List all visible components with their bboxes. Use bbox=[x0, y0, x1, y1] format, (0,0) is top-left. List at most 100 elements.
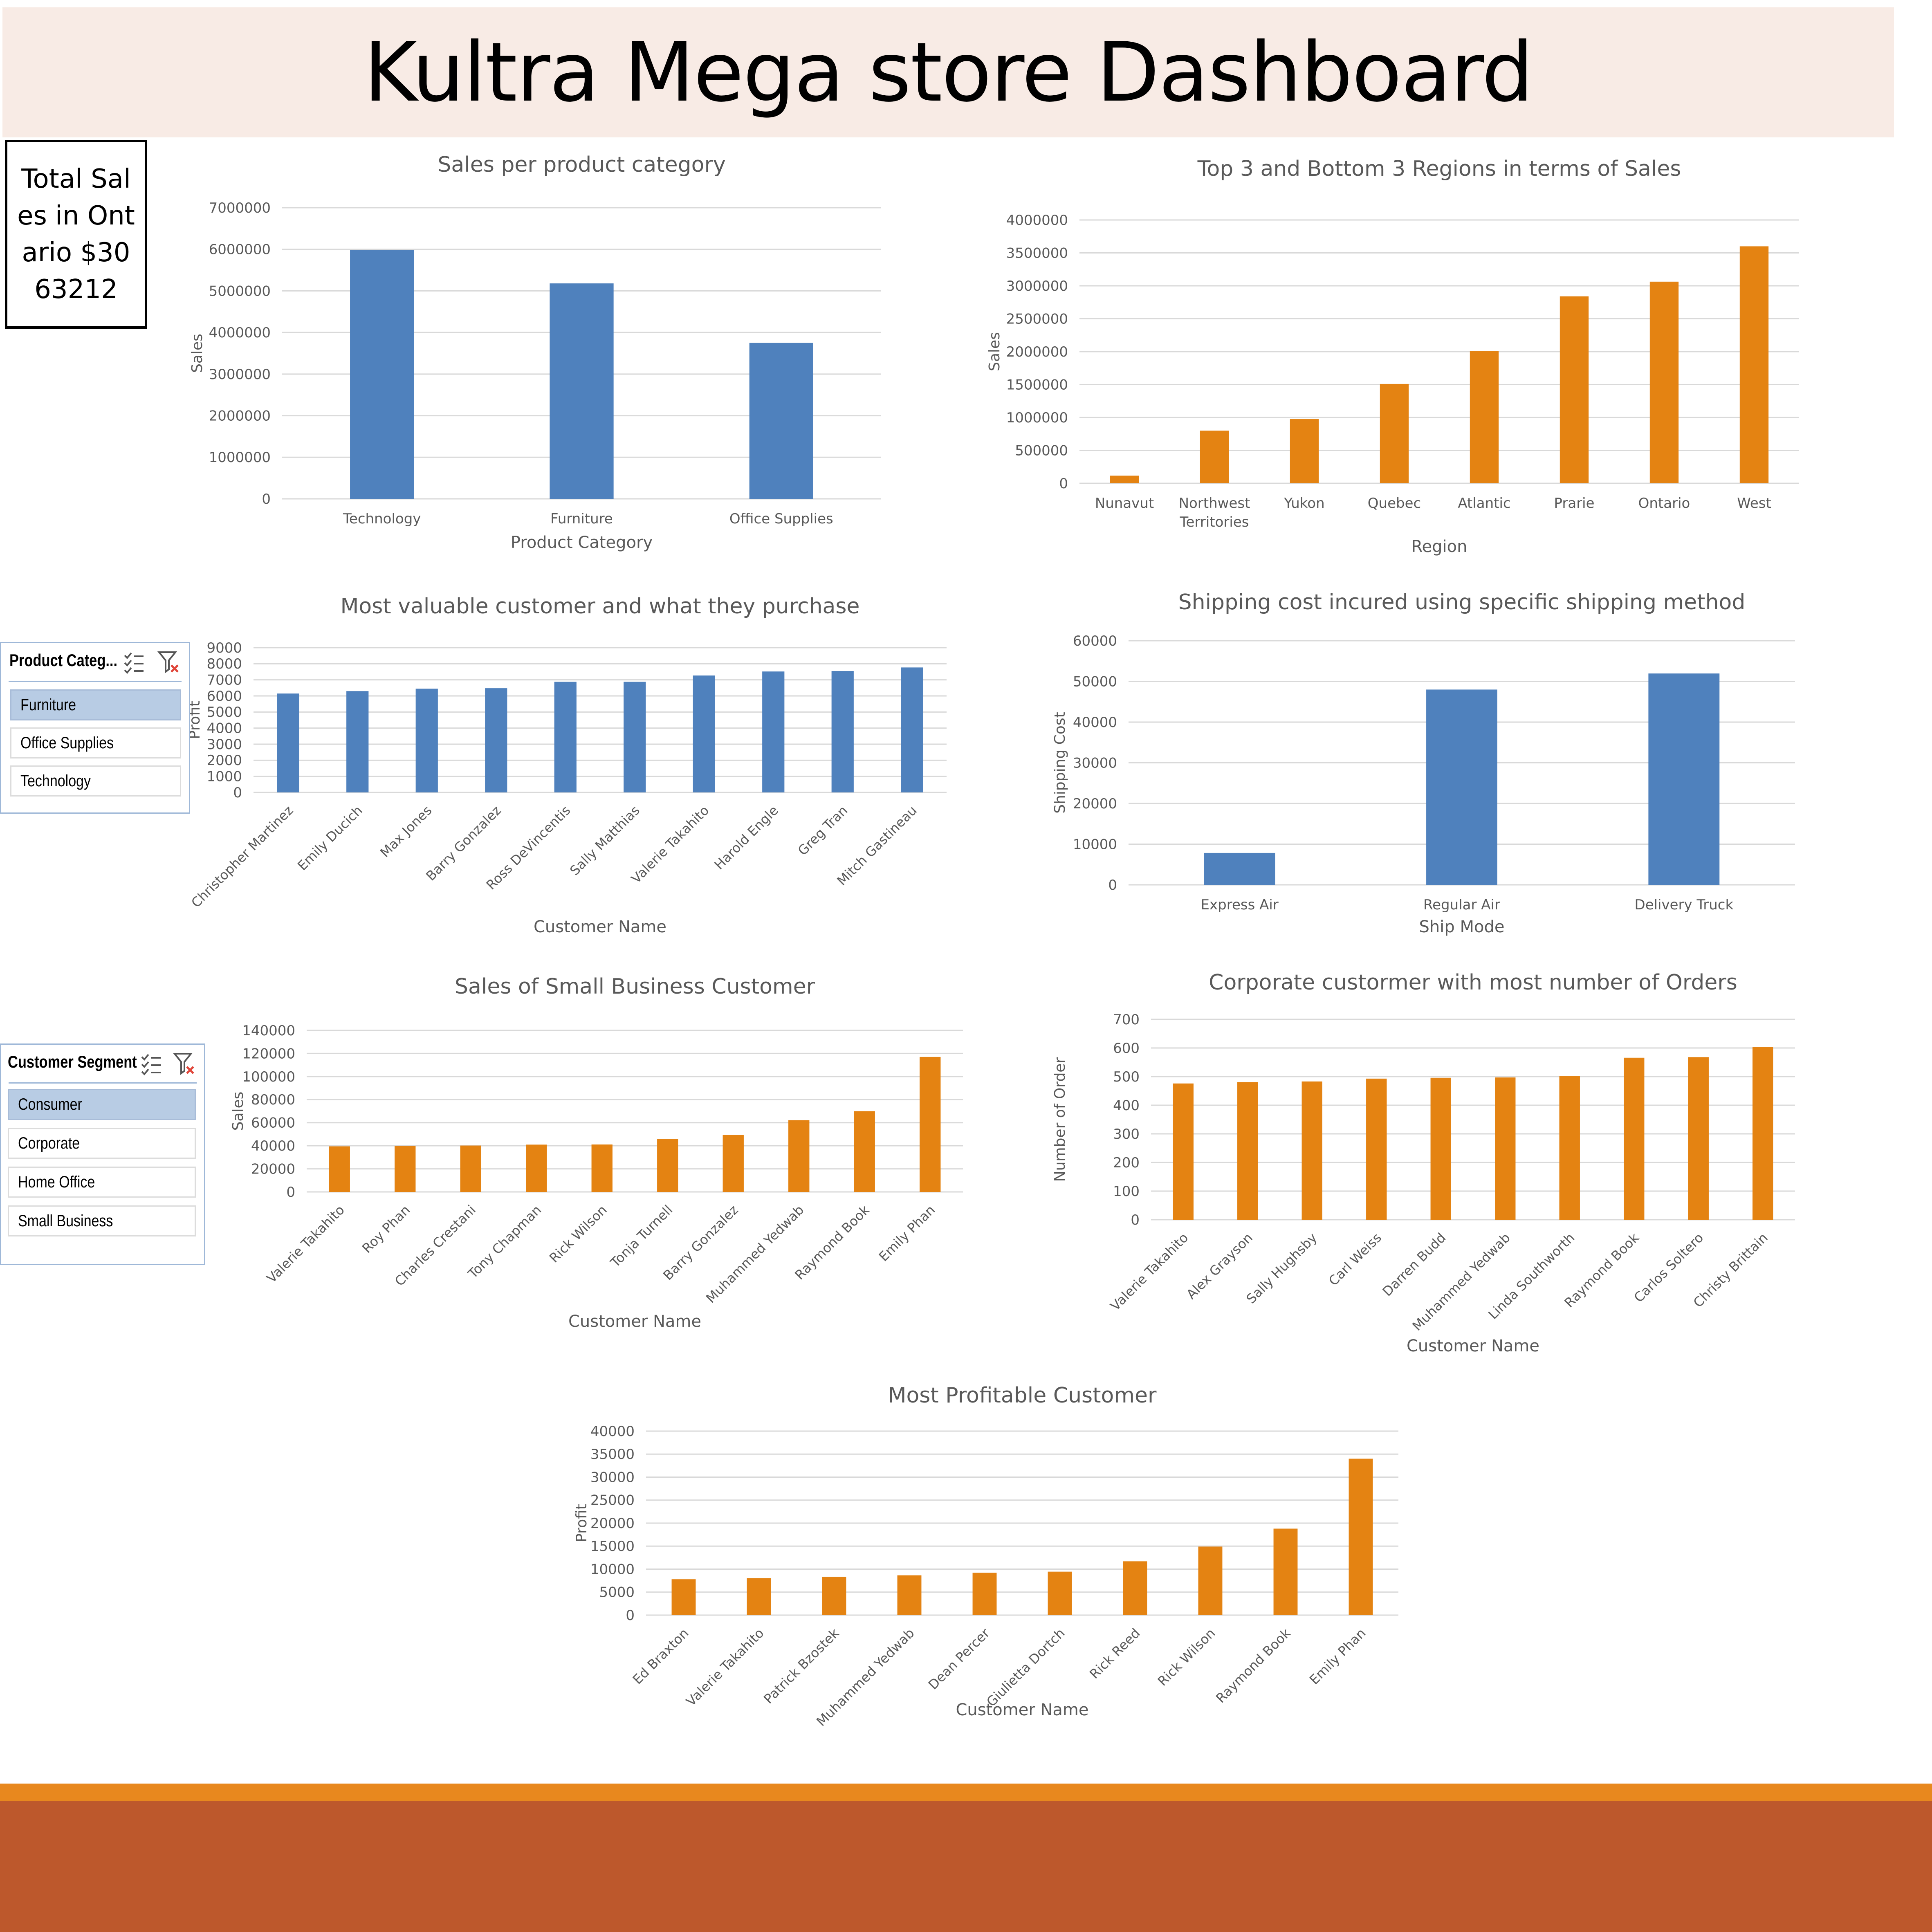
bar bbox=[1273, 1528, 1298, 1615]
slicer-item-office-supplies[interactable]: Office Supplies bbox=[10, 727, 181, 758]
y-tick-label: 35000 bbox=[590, 1446, 635, 1463]
y-axis-title: Sales bbox=[189, 334, 206, 373]
x-tick-label: Ontario bbox=[1638, 495, 1690, 512]
y-tick-label: 0 bbox=[233, 785, 242, 801]
bar bbox=[1624, 1057, 1645, 1220]
x-axis-title: Region bbox=[1411, 537, 1468, 556]
bar bbox=[788, 1120, 810, 1192]
y-tick-label: 0 bbox=[286, 1184, 295, 1200]
slicer-item-technology[interactable]: Technology bbox=[10, 765, 181, 797]
multi-select-icon[interactable] bbox=[140, 1051, 162, 1076]
y-tick-label: 120000 bbox=[242, 1046, 295, 1062]
bar bbox=[1470, 351, 1499, 483]
bar bbox=[1110, 476, 1139, 483]
bar bbox=[350, 250, 414, 499]
y-tick-label: 500 bbox=[1113, 1069, 1140, 1085]
y-tick-label: 0 bbox=[1108, 877, 1117, 893]
y-tick-label: 20000 bbox=[1073, 796, 1117, 812]
x-tick-label: Darren Budd bbox=[1379, 1230, 1449, 1299]
bar bbox=[657, 1139, 678, 1192]
x-tick-label: Atlantic bbox=[1458, 495, 1510, 512]
y-tick-label: 100000 bbox=[242, 1069, 295, 1085]
x-tick-label: Delivery Truck bbox=[1635, 897, 1734, 913]
y-tick-label: 60000 bbox=[251, 1115, 295, 1131]
y-axis-title: Number of Order bbox=[1052, 1057, 1068, 1182]
bar bbox=[1688, 1057, 1709, 1220]
y-tick-label: 10000 bbox=[1073, 836, 1117, 853]
bar bbox=[1349, 1459, 1373, 1615]
y-tick-label: 1000000 bbox=[209, 449, 271, 466]
slicer-item-consumer[interactable]: Consumer bbox=[8, 1089, 196, 1120]
bar bbox=[1559, 1076, 1580, 1220]
bar bbox=[1495, 1077, 1516, 1220]
bar bbox=[1366, 1078, 1387, 1220]
y-tick-label: 2000 bbox=[206, 752, 242, 769]
y-tick-label: 20000 bbox=[590, 1515, 635, 1532]
bar bbox=[1752, 1047, 1773, 1220]
y-tick-label: 25000 bbox=[590, 1492, 635, 1509]
chart-top-bottom-regions: Top 3 and Bottom 3 Regions in terms of S… bbox=[986, 157, 1799, 556]
y-tick-label: 6000 bbox=[206, 688, 242, 705]
y-tick-label: 60000 bbox=[1073, 633, 1117, 649]
x-tick-label: Roy Phan bbox=[359, 1202, 413, 1256]
x-tick-label: Northwest bbox=[1179, 495, 1250, 512]
kpi-total-sales-ontario: Total Sales in Ontario $3063212 bbox=[5, 140, 147, 329]
slicer-item-home-office[interactable]: Home Office bbox=[8, 1167, 196, 1198]
bar bbox=[972, 1573, 997, 1615]
x-tick-label: Quebec bbox=[1368, 495, 1421, 512]
dashboard-header: Kultra Mega store Dashboard bbox=[2, 7, 1894, 137]
slicer-customer-segment[interactable]: Customer Segment Consumer Corporate Home… bbox=[0, 1043, 205, 1265]
slicer-divider bbox=[9, 1082, 197, 1084]
x-tick-label: Carl Weiss bbox=[1326, 1230, 1384, 1289]
y-tick-label: 20000 bbox=[251, 1161, 295, 1177]
y-tick-label: 4000000 bbox=[209, 325, 271, 341]
slicer-item-furniture[interactable]: Furniture bbox=[10, 689, 181, 720]
chart-shipping-cost: Shipping cost incured using specific shi… bbox=[1052, 590, 1795, 936]
x-axis-title: Customer Name bbox=[568, 1312, 701, 1331]
clear-filter-icon[interactable] bbox=[173, 1051, 195, 1076]
x-tick-label: Valerie Takahito bbox=[683, 1625, 767, 1709]
bar bbox=[1237, 1082, 1258, 1220]
y-tick-label: 80000 bbox=[251, 1092, 295, 1108]
bar bbox=[747, 1578, 771, 1615]
x-tick-label: Emily Ducich bbox=[294, 803, 366, 874]
y-tick-label: 500000 bbox=[1015, 442, 1068, 459]
bar bbox=[395, 1146, 416, 1192]
slicer-item-small-business[interactable]: Small Business bbox=[8, 1205, 196, 1236]
bar bbox=[822, 1577, 846, 1615]
slicer-divider bbox=[9, 681, 182, 682]
chart-title: Corporate custormer with most number of … bbox=[1209, 970, 1737, 995]
x-tick-label: Tonja Turnell bbox=[607, 1202, 676, 1271]
bar bbox=[1301, 1081, 1322, 1220]
bar bbox=[554, 682, 577, 792]
y-tick-label: 100 bbox=[1113, 1183, 1140, 1200]
x-tick-label: Furniture bbox=[550, 511, 613, 527]
bar bbox=[723, 1135, 744, 1192]
bar bbox=[693, 675, 715, 792]
x-tick-label: Raymond Book bbox=[1213, 1625, 1294, 1706]
y-tick-label: 0 bbox=[1059, 476, 1068, 492]
chart-title: Top 3 and Bottom 3 Regions in terms of S… bbox=[1197, 157, 1681, 181]
bar bbox=[897, 1575, 922, 1615]
multi-select-icon[interactable] bbox=[123, 650, 145, 674]
y-tick-label: 0 bbox=[1131, 1212, 1140, 1228]
y-tick-label: 3000 bbox=[206, 736, 242, 753]
bar bbox=[1649, 281, 1679, 483]
y-tick-label: 6000000 bbox=[209, 242, 271, 258]
slicer-header: Product Categ... bbox=[9, 651, 118, 670]
bar bbox=[277, 693, 299, 792]
y-tick-label: 1000000 bbox=[1006, 410, 1068, 426]
slicer-item-corporate[interactable]: Corporate bbox=[8, 1128, 196, 1159]
bar bbox=[329, 1146, 350, 1192]
slicer-product-category[interactable]: Product Categ... Furniture Office Suppli… bbox=[0, 642, 190, 814]
bar bbox=[1204, 853, 1275, 885]
bar bbox=[485, 688, 507, 792]
x-tick-label: Giulietta Dortch bbox=[983, 1625, 1068, 1710]
clear-filter-icon[interactable] bbox=[157, 650, 180, 674]
bar bbox=[762, 671, 785, 792]
bar bbox=[550, 283, 614, 499]
bar bbox=[1048, 1571, 1072, 1615]
x-axis-title: Ship Mode bbox=[1419, 918, 1505, 936]
y-tick-label: 300 bbox=[1113, 1126, 1140, 1142]
y-tick-label: 600 bbox=[1113, 1040, 1140, 1057]
